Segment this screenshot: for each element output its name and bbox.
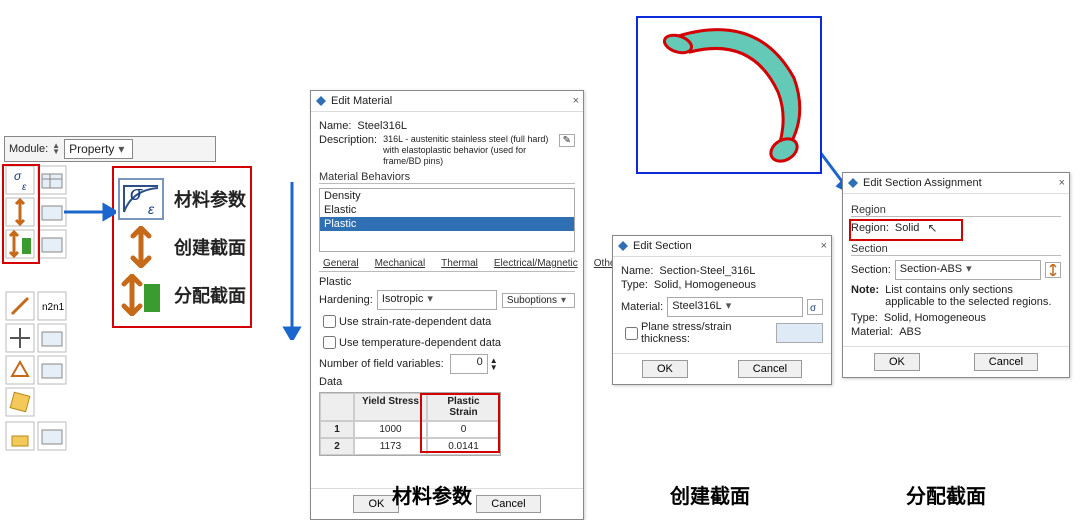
abaqus-logo-icon — [617, 240, 629, 252]
note-label: Note: — [851, 284, 879, 296]
region-value: Solid — [895, 222, 919, 234]
sec-name: Section-Steel_316L — [659, 265, 755, 277]
assign-type: Solid, Homogeneous — [884, 312, 986, 324]
note-text: List contains only sections applicable t… — [885, 284, 1061, 308]
edit-section-title: Edit Section — [633, 240, 692, 252]
svg-text:n2n1: n2n1 — [42, 302, 65, 313]
fieldvars-input[interactable]: 0 — [450, 354, 488, 374]
mat-desc-label: Description: — [319, 134, 377, 146]
arrow-left-to-legend — [62, 200, 116, 224]
assign-mat-label: Material: — [851, 326, 893, 338]
cursor-icon: ↖ — [927, 221, 937, 235]
tool-legend: σε 材料参数 创建截面 分配截面 — [112, 166, 252, 328]
material-manager-icon[interactable]: σ — [807, 299, 823, 315]
plastic-head: Plastic — [319, 276, 575, 288]
legend-label-1: 创建截面 — [174, 234, 246, 260]
assign-cancel-button[interactable]: Cancel — [974, 353, 1038, 371]
module-select-value: Property — [69, 142, 114, 156]
fieldvars-stepper[interactable]: ▲▼ — [490, 357, 498, 371]
caption-assign: 分配截面 — [906, 480, 986, 509]
create-section-icon — [118, 226, 164, 268]
plane-thickness-input[interactable] — [776, 323, 823, 343]
tab-mechanical[interactable]: Mechanical — [371, 256, 430, 271]
behavior-elastic[interactable]: Elastic — [320, 203, 574, 217]
assign-section-select[interactable]: Section-ABS — [895, 260, 1041, 280]
chk-plane-label: Plane stress/strain thickness: — [641, 321, 772, 345]
assign-mat: ABS — [899, 326, 921, 338]
sec-type-label: Type: — [621, 279, 648, 291]
chk-temp[interactable] — [323, 336, 336, 349]
sec-mat-label: Material: — [621, 301, 663, 313]
assign-title: Edit Section Assignment — [863, 177, 982, 189]
toolbox-icons[interactable]: σ ε n2n1 — [4, 164, 68, 454]
region-label: Region: — [851, 222, 889, 234]
abaqus-logo-icon — [847, 177, 859, 189]
behaviors-head: Material Behaviors — [319, 171, 575, 184]
legend-label-2: 分配截面 — [174, 282, 246, 308]
sec-ok-button[interactable]: OK — [642, 360, 688, 378]
close-icon[interactable]: × — [1059, 177, 1065, 189]
mat-desc: 316L - austenitic stainless steel (full … — [383, 134, 555, 167]
hardening-select[interactable]: Isotropic — [377, 290, 497, 310]
svg-text:σ: σ — [130, 183, 143, 205]
mat-name: Steel316L — [357, 120, 407, 132]
suboptions-button[interactable]: Suboptions — [502, 293, 575, 308]
assign-type-label: Type: — [851, 312, 878, 324]
sigma-epsilon-icon: σε — [118, 178, 164, 220]
module-select[interactable]: Property — [64, 139, 133, 159]
data-head: Data — [319, 376, 575, 388]
tab-thermal[interactable]: Thermal — [437, 256, 482, 271]
arrow-legend-down — [280, 180, 304, 340]
svg-text:ε: ε — [148, 201, 155, 217]
assign-section-icon — [118, 274, 164, 316]
assign-section-label: Section: — [851, 264, 891, 276]
abaqus-logo-icon — [315, 95, 327, 107]
sec-name-label: Name: — [621, 265, 653, 277]
edit-section-assignment-dialog: Edit Section Assignment × Region Region:… — [842, 172, 1070, 378]
tab-general[interactable]: General — [319, 256, 363, 271]
tab-em[interactable]: Electrical/Magnetic — [490, 256, 582, 271]
close-icon[interactable]: × — [573, 95, 579, 107]
mat-name-label: Name: — [319, 120, 351, 132]
chk-strain-rate-label: Use strain-rate-dependent data — [339, 316, 491, 328]
svg-text:ε: ε — [22, 182, 27, 193]
section-manager-icon[interactable] — [1045, 262, 1061, 278]
plastic-data-table[interactable]: Yield Stress Plastic Strain 1 1000 0 2 1… — [319, 392, 501, 456]
edit-desc-icon[interactable]: ✎ — [559, 134, 575, 147]
sec-cancel-button[interactable]: Cancel — [738, 360, 802, 378]
svg-text:σ: σ — [14, 169, 22, 183]
assign-ok-button[interactable]: OK — [874, 353, 920, 371]
region-head: Region — [851, 204, 1061, 217]
caption-section: 创建截面 — [670, 480, 750, 509]
svg-text:σ: σ — [810, 303, 817, 313]
caption-material: 材料参数 — [392, 480, 472, 509]
legend-label-0: 材料参数 — [174, 186, 246, 212]
chk-plane-thickness[interactable] — [625, 327, 638, 340]
close-icon[interactable]: × — [821, 240, 827, 252]
property-toolbox: σ ε n2n1 — [4, 164, 68, 457]
material-tabs[interactable]: General Mechanical Thermal Electrical/Ma… — [319, 256, 575, 272]
sec-type: Solid, Homogeneous — [654, 279, 756, 291]
edit-material-title: Edit Material — [331, 95, 392, 107]
edit-material-dialog: Edit Material × Name: Steel316L Descripti… — [310, 90, 584, 520]
module-bar: Module: ▲▼ Property — [4, 136, 216, 162]
fieldvars-label: Number of field variables: — [319, 358, 444, 370]
chk-strain-rate[interactable] — [323, 315, 336, 328]
chk-temp-label: Use temperature-dependent data — [339, 337, 501, 349]
module-stepper[interactable]: ▲▼ — [52, 143, 60, 155]
sec-mat-select[interactable]: Steel316L — [667, 297, 803, 317]
edit-section-dialog: Edit Section × Name: Section-Steel_316L T… — [612, 235, 832, 385]
mat-cancel-button[interactable]: Cancel — [476, 495, 540, 513]
behavior-density[interactable]: Density — [320, 189, 574, 203]
hardening-label: Hardening: — [319, 294, 373, 306]
behavior-plastic[interactable]: Plastic — [320, 217, 574, 231]
module-label: Module: — [9, 143, 48, 155]
model-viewport — [636, 16, 822, 174]
section-head: Section — [851, 243, 1061, 256]
